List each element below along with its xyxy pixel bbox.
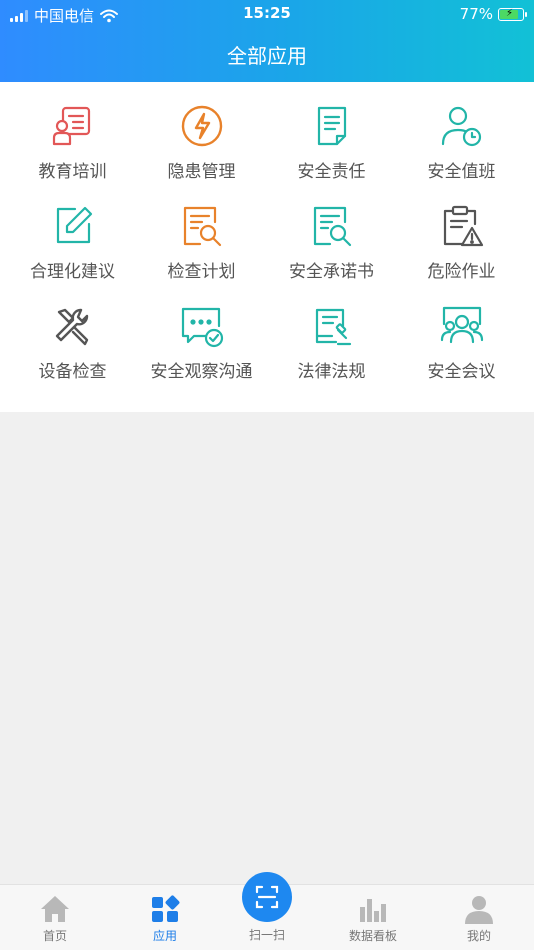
chat-check-icon xyxy=(181,307,223,348)
tab-mine[interactable]: 我的 xyxy=(426,885,532,950)
app-safety-meeting[interactable]: 安全会议 xyxy=(395,282,528,382)
search-document-icon xyxy=(183,206,221,247)
tab-label: 首页 xyxy=(42,929,67,943)
meeting-icon xyxy=(440,306,483,344)
app-label: 安全承诺书 xyxy=(289,262,374,282)
app-safety-duty[interactable]: 安全值班 xyxy=(395,82,528,182)
apps-grid-icon xyxy=(152,895,180,922)
status-time: 15:25 xyxy=(243,4,291,22)
app-grid: 教育培训 隐患管理 安全责任 安全值班 合理化建议 检查计划 安全承诺书 危险作… xyxy=(0,82,534,412)
app-label: 法律法规 xyxy=(297,362,366,382)
scan-button[interactable] xyxy=(242,872,292,922)
app-label: 危险作业 xyxy=(427,262,496,282)
tab-apps[interactable]: 应用 xyxy=(112,885,218,950)
clipboard-warning-icon xyxy=(443,205,483,247)
app-label: 安全会议 xyxy=(427,362,496,382)
user-icon xyxy=(465,896,493,924)
tab-label: 应用 xyxy=(152,929,177,943)
tab-label: 数据看板 xyxy=(348,929,397,943)
app-label: 合理化建议 xyxy=(30,262,115,282)
app-label: 设备检查 xyxy=(38,362,107,382)
app-safety-commitment[interactable]: 安全承诺书 xyxy=(265,182,398,282)
app-education-training[interactable]: 教育培训 xyxy=(6,82,139,182)
app-inspection-plan[interactable]: 检查计划 xyxy=(135,182,268,282)
app-equipment-inspection[interactable]: 设备检查 xyxy=(6,282,139,382)
app-safety-responsibility[interactable]: 安全责任 xyxy=(265,82,398,182)
app-label: 教育培训 xyxy=(38,162,107,182)
app-hazard-management[interactable]: 隐患管理 xyxy=(135,82,268,182)
app-label: 隐患管理 xyxy=(167,162,236,182)
page-title: 全部应用 xyxy=(227,44,307,68)
document-icon xyxy=(317,106,346,146)
tab-dashboard[interactable]: 数据看板 xyxy=(320,885,426,950)
app-label: 安全责任 xyxy=(297,162,366,182)
tab-label: 我的 xyxy=(466,929,491,943)
app-dangerous-work[interactable]: 危险作业 xyxy=(395,182,528,282)
tab-home[interactable]: 首页 xyxy=(2,885,108,950)
battery-percent: 77% xyxy=(459,5,493,23)
battery-icon: ⚡ xyxy=(498,7,527,21)
home-icon xyxy=(41,896,69,922)
bar-chart-icon xyxy=(360,899,386,922)
law-book-icon xyxy=(315,308,351,346)
app-label: 检查计划 xyxy=(167,262,236,282)
tools-icon xyxy=(55,308,88,346)
app-laws-regulations[interactable]: 法律法规 xyxy=(265,282,398,382)
person-clock-icon xyxy=(441,106,481,147)
scan-label: 扫一扫 xyxy=(248,928,285,942)
status-bar: 中国电信 15:25 77% ⚡ xyxy=(0,0,534,28)
app-rationalization-proposal[interactable]: 合理化建议 xyxy=(6,182,139,282)
scan-icon xyxy=(255,885,279,909)
search-document-icon xyxy=(313,206,351,247)
lightning-icon xyxy=(181,105,222,147)
edit-icon xyxy=(56,206,92,244)
app-safety-observation[interactable]: 安全观察沟通 xyxy=(135,282,268,382)
training-icon xyxy=(52,106,90,146)
header: 中国电信 15:25 77% ⚡ 全部应用 xyxy=(0,0,534,82)
app-label: 安全值班 xyxy=(427,162,496,182)
app-label: 安全观察沟通 xyxy=(150,362,253,382)
